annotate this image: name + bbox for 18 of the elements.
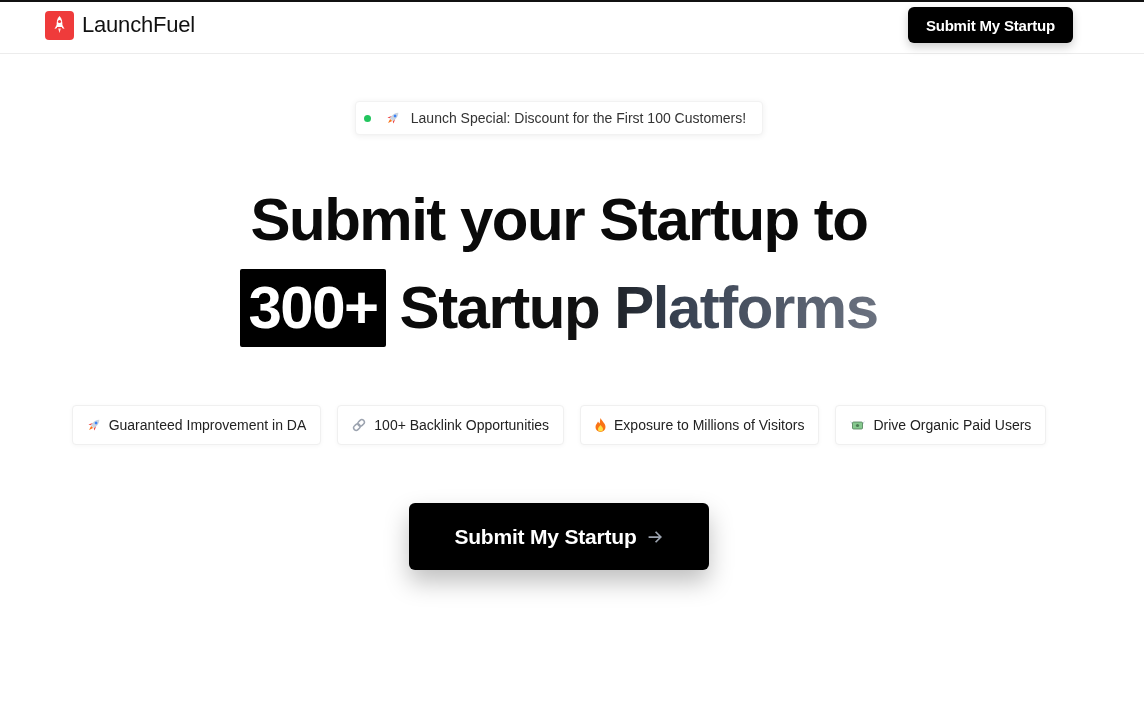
feature-text: Exposure to Millions of Visitors — [614, 417, 805, 433]
status-dot-icon — [363, 114, 371, 122]
feature-text: 100+ Backlink Opportunities — [374, 417, 550, 433]
rocket-logo-icon — [45, 10, 74, 40]
headline-text: Submit your Startup to — [250, 185, 868, 255]
banknote-icon — [850, 420, 866, 430]
flame-icon — [595, 418, 607, 432]
link-icon — [352, 418, 367, 432]
announcement-text: Launch Special: Discount for the First 100 Customers! — [410, 110, 747, 126]
arrow-right-icon — [647, 530, 662, 543]
rocket-icon — [385, 111, 400, 125]
feature-text: Drive Organic Paid Users — [873, 417, 1032, 433]
submit-startup-button[interactable]: Submit My Startup — [409, 503, 709, 570]
headline-highlight: 300+ — [240, 269, 386, 347]
rocket-icon — [86, 418, 101, 432]
brand-name: LaunchFuel — [82, 12, 195, 38]
feature-text: Guaranteed Improvement in DA — [108, 417, 307, 433]
submit-startup-button[interactable]: Submit My Startup — [907, 7, 1073, 43]
